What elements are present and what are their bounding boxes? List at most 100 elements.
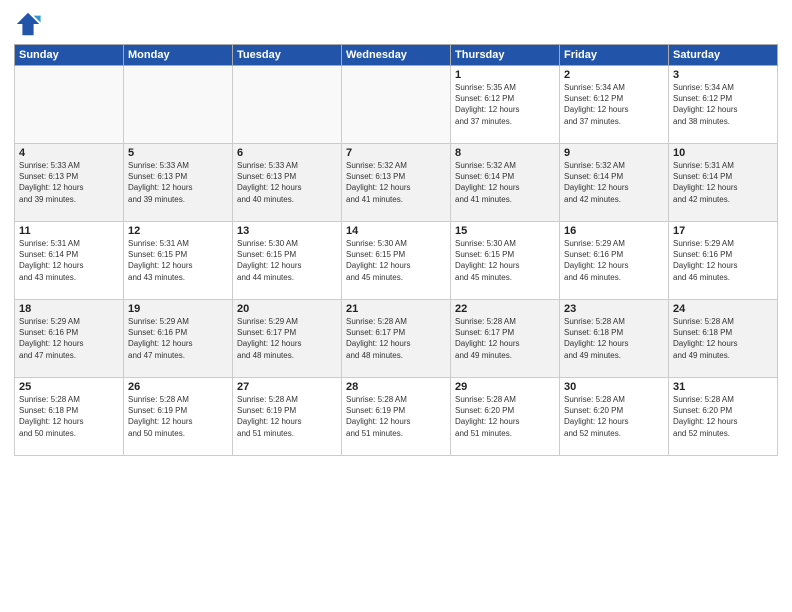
calendar-cell: 4Sunrise: 5:33 AMSunset: 6:13 PMDaylight… [15, 144, 124, 222]
calendar-cell [15, 66, 124, 144]
calendar-cell: 11Sunrise: 5:31 AMSunset: 6:14 PMDayligh… [15, 222, 124, 300]
day-info: Sunrise: 5:32 AMSunset: 6:13 PMDaylight:… [346, 160, 446, 205]
day-number: 26 [128, 381, 228, 393]
day-info: Sunrise: 5:31 AMSunset: 6:14 PMDaylight:… [19, 238, 119, 283]
calendar-cell: 2Sunrise: 5:34 AMSunset: 6:12 PMDaylight… [560, 66, 669, 144]
calendar-cell: 1Sunrise: 5:35 AMSunset: 6:12 PMDaylight… [451, 66, 560, 144]
day-number: 19 [128, 303, 228, 315]
day-info: Sunrise: 5:28 AMSunset: 6:20 PMDaylight:… [673, 394, 773, 439]
calendar-cell: 29Sunrise: 5:28 AMSunset: 6:20 PMDayligh… [451, 378, 560, 456]
day-number: 16 [564, 225, 664, 237]
day-number: 6 [237, 147, 337, 159]
calendar-cell: 22Sunrise: 5:28 AMSunset: 6:17 PMDayligh… [451, 300, 560, 378]
day-number: 29 [455, 381, 555, 393]
day-info: Sunrise: 5:30 AMSunset: 6:15 PMDaylight:… [346, 238, 446, 283]
calendar-header-row: SundayMondayTuesdayWednesdayThursdayFrid… [15, 45, 778, 66]
col-header-friday: Friday [560, 45, 669, 66]
calendar-cell: 27Sunrise: 5:28 AMSunset: 6:19 PMDayligh… [233, 378, 342, 456]
calendar-cell [233, 66, 342, 144]
calendar-cell: 23Sunrise: 5:28 AMSunset: 6:18 PMDayligh… [560, 300, 669, 378]
calendar-week-row: 4Sunrise: 5:33 AMSunset: 6:13 PMDaylight… [15, 144, 778, 222]
day-info: Sunrise: 5:33 AMSunset: 6:13 PMDaylight:… [128, 160, 228, 205]
calendar-cell: 24Sunrise: 5:28 AMSunset: 6:18 PMDayligh… [669, 300, 778, 378]
header [14, 10, 778, 38]
day-info: Sunrise: 5:29 AMSunset: 6:16 PMDaylight:… [19, 316, 119, 361]
day-number: 14 [346, 225, 446, 237]
calendar: SundayMondayTuesdayWednesdayThursdayFrid… [14, 44, 778, 456]
day-info: Sunrise: 5:28 AMSunset: 6:17 PMDaylight:… [455, 316, 555, 361]
day-number: 28 [346, 381, 446, 393]
day-info: Sunrise: 5:30 AMSunset: 6:15 PMDaylight:… [455, 238, 555, 283]
col-header-thursday: Thursday [451, 45, 560, 66]
day-info: Sunrise: 5:34 AMSunset: 6:12 PMDaylight:… [564, 82, 664, 127]
day-info: Sunrise: 5:31 AMSunset: 6:15 PMDaylight:… [128, 238, 228, 283]
calendar-cell: 25Sunrise: 5:28 AMSunset: 6:18 PMDayligh… [15, 378, 124, 456]
day-number: 9 [564, 147, 664, 159]
day-number: 13 [237, 225, 337, 237]
calendar-cell: 20Sunrise: 5:29 AMSunset: 6:17 PMDayligh… [233, 300, 342, 378]
calendar-cell [342, 66, 451, 144]
day-info: Sunrise: 5:32 AMSunset: 6:14 PMDaylight:… [455, 160, 555, 205]
calendar-cell: 21Sunrise: 5:28 AMSunset: 6:17 PMDayligh… [342, 300, 451, 378]
day-info: Sunrise: 5:30 AMSunset: 6:15 PMDaylight:… [237, 238, 337, 283]
calendar-cell: 26Sunrise: 5:28 AMSunset: 6:19 PMDayligh… [124, 378, 233, 456]
calendar-cell: 6Sunrise: 5:33 AMSunset: 6:13 PMDaylight… [233, 144, 342, 222]
calendar-week-row: 11Sunrise: 5:31 AMSunset: 6:14 PMDayligh… [15, 222, 778, 300]
day-info: Sunrise: 5:28 AMSunset: 6:19 PMDaylight:… [237, 394, 337, 439]
day-info: Sunrise: 5:28 AMSunset: 6:18 PMDaylight:… [564, 316, 664, 361]
day-number: 7 [346, 147, 446, 159]
calendar-week-row: 18Sunrise: 5:29 AMSunset: 6:16 PMDayligh… [15, 300, 778, 378]
day-number: 11 [19, 225, 119, 237]
day-number: 2 [564, 69, 664, 81]
col-header-sunday: Sunday [15, 45, 124, 66]
day-number: 30 [564, 381, 664, 393]
day-number: 12 [128, 225, 228, 237]
day-info: Sunrise: 5:29 AMSunset: 6:16 PMDaylight:… [564, 238, 664, 283]
day-number: 1 [455, 69, 555, 81]
calendar-cell: 5Sunrise: 5:33 AMSunset: 6:13 PMDaylight… [124, 144, 233, 222]
calendar-cell: 7Sunrise: 5:32 AMSunset: 6:13 PMDaylight… [342, 144, 451, 222]
calendar-cell: 19Sunrise: 5:29 AMSunset: 6:16 PMDayligh… [124, 300, 233, 378]
calendar-cell: 17Sunrise: 5:29 AMSunset: 6:16 PMDayligh… [669, 222, 778, 300]
col-header-saturday: Saturday [669, 45, 778, 66]
calendar-cell [124, 66, 233, 144]
day-info: Sunrise: 5:28 AMSunset: 6:20 PMDaylight:… [564, 394, 664, 439]
calendar-cell: 13Sunrise: 5:30 AMSunset: 6:15 PMDayligh… [233, 222, 342, 300]
calendar-cell: 14Sunrise: 5:30 AMSunset: 6:15 PMDayligh… [342, 222, 451, 300]
calendar-cell: 15Sunrise: 5:30 AMSunset: 6:15 PMDayligh… [451, 222, 560, 300]
day-number: 18 [19, 303, 119, 315]
day-number: 3 [673, 69, 773, 81]
day-number: 24 [673, 303, 773, 315]
day-number: 10 [673, 147, 773, 159]
page: SundayMondayTuesdayWednesdayThursdayFrid… [0, 0, 792, 612]
day-number: 17 [673, 225, 773, 237]
calendar-cell: 12Sunrise: 5:31 AMSunset: 6:15 PMDayligh… [124, 222, 233, 300]
logo [14, 10, 46, 38]
calendar-cell: 8Sunrise: 5:32 AMSunset: 6:14 PMDaylight… [451, 144, 560, 222]
day-number: 5 [128, 147, 228, 159]
calendar-cell: 3Sunrise: 5:34 AMSunset: 6:12 PMDaylight… [669, 66, 778, 144]
day-number: 20 [237, 303, 337, 315]
day-info: Sunrise: 5:32 AMSunset: 6:14 PMDaylight:… [564, 160, 664, 205]
day-info: Sunrise: 5:33 AMSunset: 6:13 PMDaylight:… [19, 160, 119, 205]
calendar-cell: 28Sunrise: 5:28 AMSunset: 6:19 PMDayligh… [342, 378, 451, 456]
calendar-week-row: 1Sunrise: 5:35 AMSunset: 6:12 PMDaylight… [15, 66, 778, 144]
day-info: Sunrise: 5:34 AMSunset: 6:12 PMDaylight:… [673, 82, 773, 127]
day-info: Sunrise: 5:28 AMSunset: 6:19 PMDaylight:… [128, 394, 228, 439]
calendar-cell: 18Sunrise: 5:29 AMSunset: 6:16 PMDayligh… [15, 300, 124, 378]
day-number: 31 [673, 381, 773, 393]
day-info: Sunrise: 5:28 AMSunset: 6:19 PMDaylight:… [346, 394, 446, 439]
day-info: Sunrise: 5:31 AMSunset: 6:14 PMDaylight:… [673, 160, 773, 205]
day-info: Sunrise: 5:28 AMSunset: 6:20 PMDaylight:… [455, 394, 555, 439]
calendar-cell: 10Sunrise: 5:31 AMSunset: 6:14 PMDayligh… [669, 144, 778, 222]
day-info: Sunrise: 5:29 AMSunset: 6:16 PMDaylight:… [128, 316, 228, 361]
col-header-tuesday: Tuesday [233, 45, 342, 66]
calendar-cell: 9Sunrise: 5:32 AMSunset: 6:14 PMDaylight… [560, 144, 669, 222]
day-info: Sunrise: 5:29 AMSunset: 6:17 PMDaylight:… [237, 316, 337, 361]
day-info: Sunrise: 5:28 AMSunset: 6:18 PMDaylight:… [19, 394, 119, 439]
col-header-wednesday: Wednesday [342, 45, 451, 66]
col-header-monday: Monday [124, 45, 233, 66]
day-number: 8 [455, 147, 555, 159]
day-number: 27 [237, 381, 337, 393]
day-number: 15 [455, 225, 555, 237]
